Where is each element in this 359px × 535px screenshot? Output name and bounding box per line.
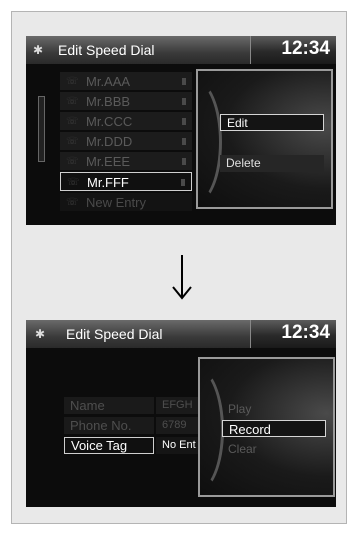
scrollbar[interactable] (38, 96, 45, 162)
delete-menu-item[interactable]: Delete (220, 155, 324, 172)
clear-menu-item[interactable]: Clear (222, 441, 326, 458)
phone-icon: ☏ (66, 76, 79, 87)
play-menu-item[interactable]: Play (222, 401, 326, 418)
page-title: Edit Speed Dial (58, 42, 155, 58)
list-item-new-entry[interactable]: ☏ New Entry (60, 193, 192, 212)
gear-icon: ✱ (35, 327, 46, 341)
phone-icon: ☏ (66, 96, 79, 107)
page-title: Edit Speed Dial (66, 326, 163, 342)
phone-icon: ☏ (66, 116, 79, 127)
field-label: Name (64, 397, 154, 414)
title-bar: ✱ Edit Speed Dial 12:34 (26, 320, 336, 348)
gear-icon: ✱ (33, 43, 44, 57)
field-label: Phone No. (64, 417, 154, 434)
title-bar: ✱ Edit Speed Dial 12:34 (26, 36, 336, 64)
list-item[interactable]: ☏ Mr.AAA (60, 72, 192, 91)
phone-icon: ☏ (66, 197, 79, 208)
voice-tag-popup: Play Record Clear (198, 357, 335, 497)
phone-icon: ☏ (67, 177, 80, 188)
edit-menu-item[interactable]: Edit (220, 114, 324, 131)
field-label: Voice Tag (64, 437, 154, 454)
phone-icon: ☏ (66, 156, 79, 167)
record-menu-item[interactable]: Record (222, 420, 326, 437)
clock: 12:34 (281, 322, 330, 343)
clock: 12:34 (281, 38, 330, 59)
down-arrow-icon (171, 254, 193, 300)
edit-speed-dial-entry-screen: ✱ Edit Speed Dial 12:34 Name EFGH Phone … (26, 320, 336, 507)
edit-speed-dial-list-screen: ✱ Edit Speed Dial 12:34 ☏ Mr.AAA ☏ Mr.BB… (26, 36, 336, 225)
options-popup: Edit Delete (196, 69, 333, 209)
phone-icon: ☏ (66, 136, 79, 147)
